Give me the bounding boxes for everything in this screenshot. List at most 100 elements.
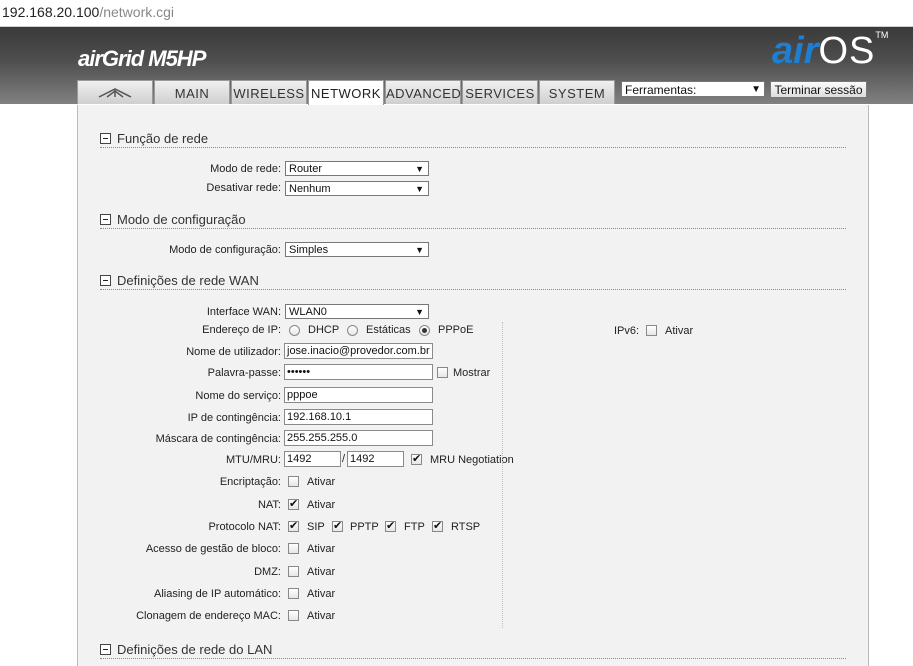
tab-network[interactable]: NETWORK [308, 80, 384, 106]
tab-ubnt-logo[interactable] [77, 80, 153, 104]
dmz-checkbox[interactable] [288, 566, 299, 577]
section-wan-title: Definições de rede WAN [117, 273, 259, 288]
config-mode-value: Simples [289, 244, 329, 256]
encryption-checkbox[interactable] [288, 476, 299, 487]
ipv6-enable-label: Ativar [665, 325, 694, 337]
radio-static[interactable] [347, 325, 358, 336]
chevron-down-icon: ▼ [415, 184, 424, 194]
block-mgmt-checkbox[interactable] [288, 543, 299, 554]
airos-logo-os: OS [818, 30, 876, 72]
tab-main[interactable]: MAIN [154, 80, 230, 104]
username-input[interactable]: jose.inacio@provedor.com.br [284, 343, 433, 359]
config-mode-select[interactable]: Simples ▼ [285, 242, 429, 257]
mtu-mru-label: MTU/MRU: [226, 454, 281, 466]
radio-pppoe[interactable] [419, 325, 430, 336]
collapse-icon[interactable] [100, 275, 111, 287]
chevron-down-icon: ▼ [415, 245, 424, 255]
wan-interface-label: Interface WAN: [206, 306, 281, 318]
proto-ftp-label: FTP [404, 521, 425, 533]
airos-logo-tm: TM [875, 30, 889, 40]
fallback-ip-label: IP de contingência: [187, 412, 281, 424]
network-mode-label: Modo de rede: [210, 163, 281, 175]
dmz-enable-label: Ativar [307, 566, 336, 578]
radio-dhcp[interactable] [289, 325, 300, 336]
encryption-label: Encriptação: [219, 476, 281, 488]
auto-ip-alias-label: Aliasing de IP automático: [154, 588, 281, 600]
disable-network-value: Nenhum [289, 183, 331, 195]
proto-ftp-checkbox[interactable] [385, 519, 396, 532]
wan-interface-value: WLAN0 [289, 306, 327, 318]
section-divider [100, 147, 846, 148]
dmz-label: DMZ: [254, 566, 281, 578]
mru-negotiation-checkbox[interactable] [411, 452, 422, 465]
disable-network-label: Desativar rede: [206, 182, 281, 194]
airos-logo-air: air [772, 30, 819, 72]
auto-ip-alias-checkbox[interactable] [288, 588, 299, 599]
network-mode-value: Router [289, 163, 323, 175]
auto-ip-alias-enable-label: Ativar [307, 588, 336, 600]
collapse-icon[interactable] [100, 214, 111, 226]
collapse-icon[interactable] [100, 133, 111, 145]
section-wan[interactable]: Definições de rede WAN [100, 273, 259, 288]
password-label: Palavra-passe: [207, 367, 281, 379]
tab-services[interactable]: SERVICES [462, 80, 538, 104]
mru-input[interactable]: 1492 [347, 451, 404, 467]
nat-enable-label: Ativar [307, 499, 336, 511]
section-config-mode[interactable]: Modo de configuração [100, 212, 246, 227]
tab-wireless[interactable]: WIRELESS [231, 80, 307, 104]
password-input[interactable]: •••••• [284, 364, 433, 380]
tools-dropdown-label: Ferramentas: [625, 83, 697, 97]
logout-button[interactable]: Terminar sessão [770, 81, 867, 98]
show-password-checkbox[interactable] [437, 367, 448, 378]
nat-label: NAT: [257, 499, 281, 511]
airos-logo: airOSTM [772, 30, 888, 73]
mac-clone-label: Clonagem de endereço MAC: [136, 610, 281, 622]
radio-pppoe-label: PPPoE [438, 324, 474, 336]
browser-url-bar[interactable]: 192.168.20.100/network.cgi [0, 0, 913, 27]
ipv6-label: IPv6: [614, 325, 640, 337]
mac-clone-enable-label: Ativar [307, 610, 336, 622]
fallback-mask-input[interactable]: 255.255.255.0 [284, 430, 433, 446]
chevron-down-icon: ▼ [751, 84, 761, 95]
encryption-enable-label: Ativar [307, 476, 336, 488]
config-mode-label: Modo de configuração: [169, 244, 281, 256]
section-network-role[interactable]: Função de rede [100, 131, 208, 146]
service-name-label: Nome do serviço: [195, 390, 281, 402]
tab-advanced[interactable]: ADVANCED [385, 80, 461, 104]
collapse-icon[interactable] [100, 644, 111, 656]
mac-clone-checkbox[interactable] [288, 610, 299, 621]
network-mode-select[interactable]: Router ▼ [285, 161, 429, 176]
mtu-separator: / [342, 453, 346, 465]
proto-rtsp-checkbox[interactable] [432, 519, 443, 532]
tab-system[interactable]: SYSTEM [539, 80, 615, 104]
radio-dhcp-label: DHCP [308, 324, 340, 336]
product-logo: airGrid M5HP [78, 46, 206, 71]
proto-pptp-checkbox[interactable] [332, 519, 343, 532]
proto-sip-label: SIP [307, 521, 325, 533]
service-name-input[interactable]: pppoe [284, 387, 433, 403]
nat-checkbox[interactable] [288, 497, 299, 510]
disable-network-select[interactable]: Nenhum ▼ [285, 181, 429, 196]
nat-protocol-label: Protocolo NAT: [208, 521, 281, 533]
section-divider [100, 658, 846, 659]
url-host: 192.168.20.100 [2, 4, 100, 20]
ip-address-label: Endereço de IP: [202, 324, 281, 336]
proto-sip-checkbox[interactable] [288, 519, 299, 532]
section-config-mode-title: Modo de configuração [117, 212, 246, 227]
username-label: Nome de utilizador: [186, 346, 281, 358]
proto-rtsp-label: RTSP [451, 521, 481, 533]
fallback-ip-input[interactable]: 192.168.10.1 [284, 409, 433, 425]
chevron-down-icon: ▼ [415, 164, 424, 174]
block-mgmt-label: Acesso de gestão de bloco: [145, 543, 281, 555]
column-divider [502, 322, 503, 628]
wan-interface-select[interactable]: WLAN0 ▼ [285, 304, 429, 319]
section-divider [100, 289, 846, 290]
section-lan[interactable]: Definições de rede do LAN [100, 642, 272, 657]
mtu-input[interactable]: 1492 [284, 451, 341, 467]
tools-dropdown[interactable]: Ferramentas: ▼ [621, 81, 765, 97]
block-mgmt-enable-label: Ativar [307, 543, 336, 555]
section-lan-title: Definições de rede do LAN [117, 642, 273, 657]
ipv6-checkbox[interactable] [646, 325, 657, 336]
url-text[interactable]: 192.168.20.100/network.cgi [2, 4, 174, 20]
fallback-mask-label: Máscara de contingência: [155, 433, 281, 445]
